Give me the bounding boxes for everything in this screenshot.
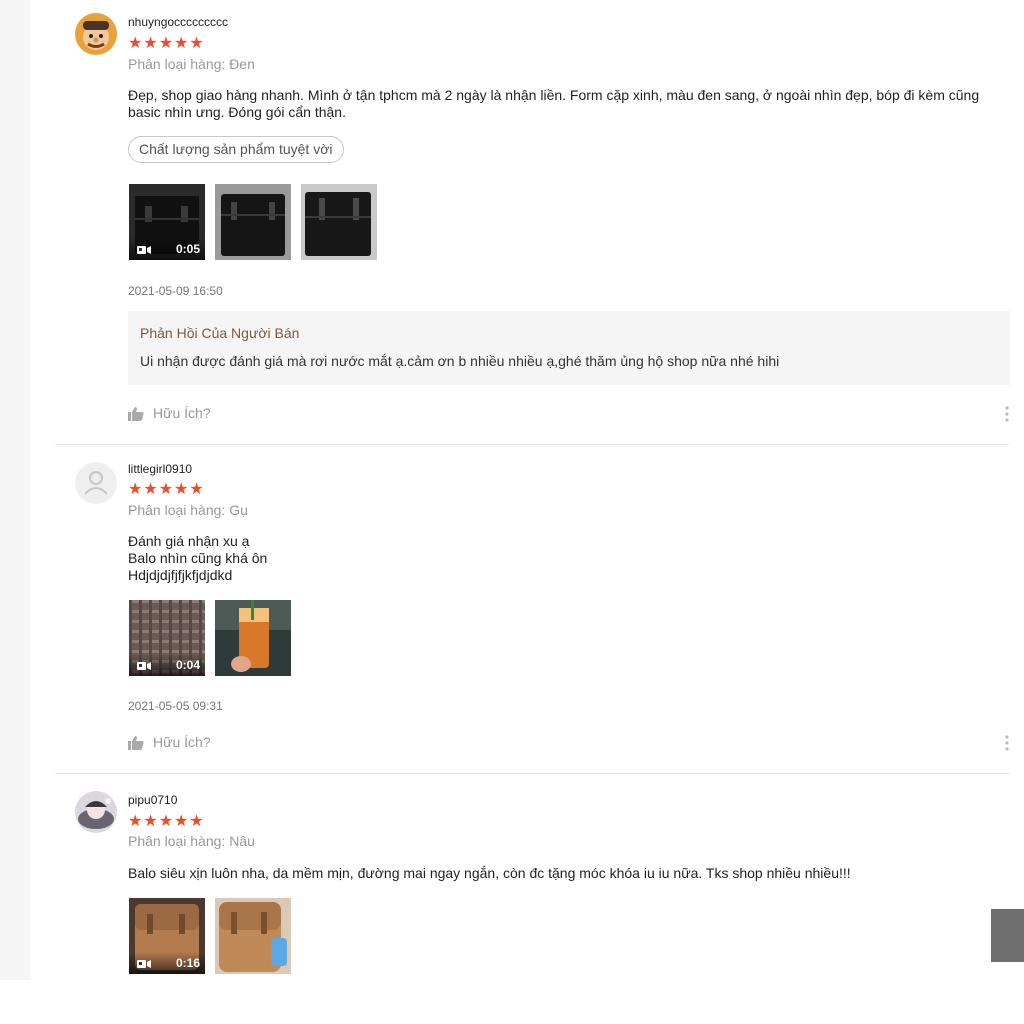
review-image-thumbnail[interactable] <box>301 184 377 260</box>
thumbs-up-icon <box>128 407 144 421</box>
review-timestamp: 2021-05-05 09:31 <box>128 699 223 713</box>
video-duration: 0:04 <box>175 658 200 672</box>
scroll-to-top-button[interactable] <box>991 909 1024 962</box>
seller-reply-title: Phản Hồi Của Người Bán <box>140 325 300 341</box>
thumbs-up-icon <box>128 736 144 750</box>
video-camera-icon <box>137 960 151 968</box>
review-video-thumbnail[interactable]: 0:16 <box>129 898 205 974</box>
username[interactable]: littlegirl0910 <box>128 462 192 476</box>
helpful-label: Hữu Ích? <box>153 405 211 421</box>
review-item: nhuyngoccccccccc ★★★★★ Phân loại hàng: Đ… <box>55 0 1010 444</box>
username[interactable]: pipu0710 <box>128 793 177 807</box>
review-image-thumbnail[interactable] <box>215 600 291 676</box>
more-vertical-icon[interactable] <box>1004 405 1010 423</box>
seller-reply: Phản Hồi Của Người Bán Ui nhận được đánh… <box>128 311 1010 385</box>
video-duration: 0:16 <box>175 956 200 970</box>
review-item: pipu0710 ★★★★★ Phân loại hàng: Nâu Balo … <box>55 774 1010 979</box>
review-comment: Đánh giá nhận xu ạ Balo nhìn cũng khá ôn… <box>128 533 268 583</box>
variant-label: Phân loại hàng: Gụ <box>128 502 248 518</box>
username[interactable]: nhuyngoccccccccc <box>128 15 228 29</box>
variant-label: Phân loại hàng: Đen <box>128 56 255 72</box>
rating-stars: ★★★★★ <box>128 481 205 498</box>
review-comment: Balo siêu xịn luôn nha, da mềm mịn, đườn… <box>128 865 851 881</box>
avatar[interactable] <box>75 791 117 833</box>
helpful-label: Hữu Ích? <box>153 734 211 750</box>
review-comment: Đẹp, shop giao hàng nhanh. Mình ở tận tp… <box>128 87 980 120</box>
review-video-thumbnail[interactable]: 0:04 <box>129 600 205 676</box>
variant-label: Phân loại hàng: Nâu <box>128 833 255 849</box>
seller-reply-text: Ui nhận được đánh giá mà rơi nước mắt ạ.… <box>140 353 780 369</box>
default-user-icon[interactable] <box>75 462 117 504</box>
avatar[interactable] <box>75 13 117 55</box>
bottom-space <box>0 980 1024 1024</box>
left-rail <box>0 0 30 980</box>
review-item: littlegirl0910 ★★★★★ Phân loại hàng: Gụ … <box>55 445 1010 773</box>
review-video-thumbnail[interactable]: 0:05 <box>129 184 205 260</box>
more-vertical-icon[interactable] <box>1004 734 1010 752</box>
review-image-thumbnail[interactable] <box>215 898 291 974</box>
video-camera-icon <box>137 246 151 254</box>
rating-stars: ★★★★★ <box>128 35 205 52</box>
video-camera-icon <box>137 662 151 670</box>
rating-stars: ★★★★★ <box>128 813 205 830</box>
review-timestamp: 2021-05-09 16:50 <box>128 284 223 298</box>
review-image-thumbnail[interactable] <box>215 184 291 260</box>
video-duration: 0:05 <box>175 242 200 256</box>
review-tag: Chất lượng sản phẩm tuyệt vời <box>128 136 344 163</box>
